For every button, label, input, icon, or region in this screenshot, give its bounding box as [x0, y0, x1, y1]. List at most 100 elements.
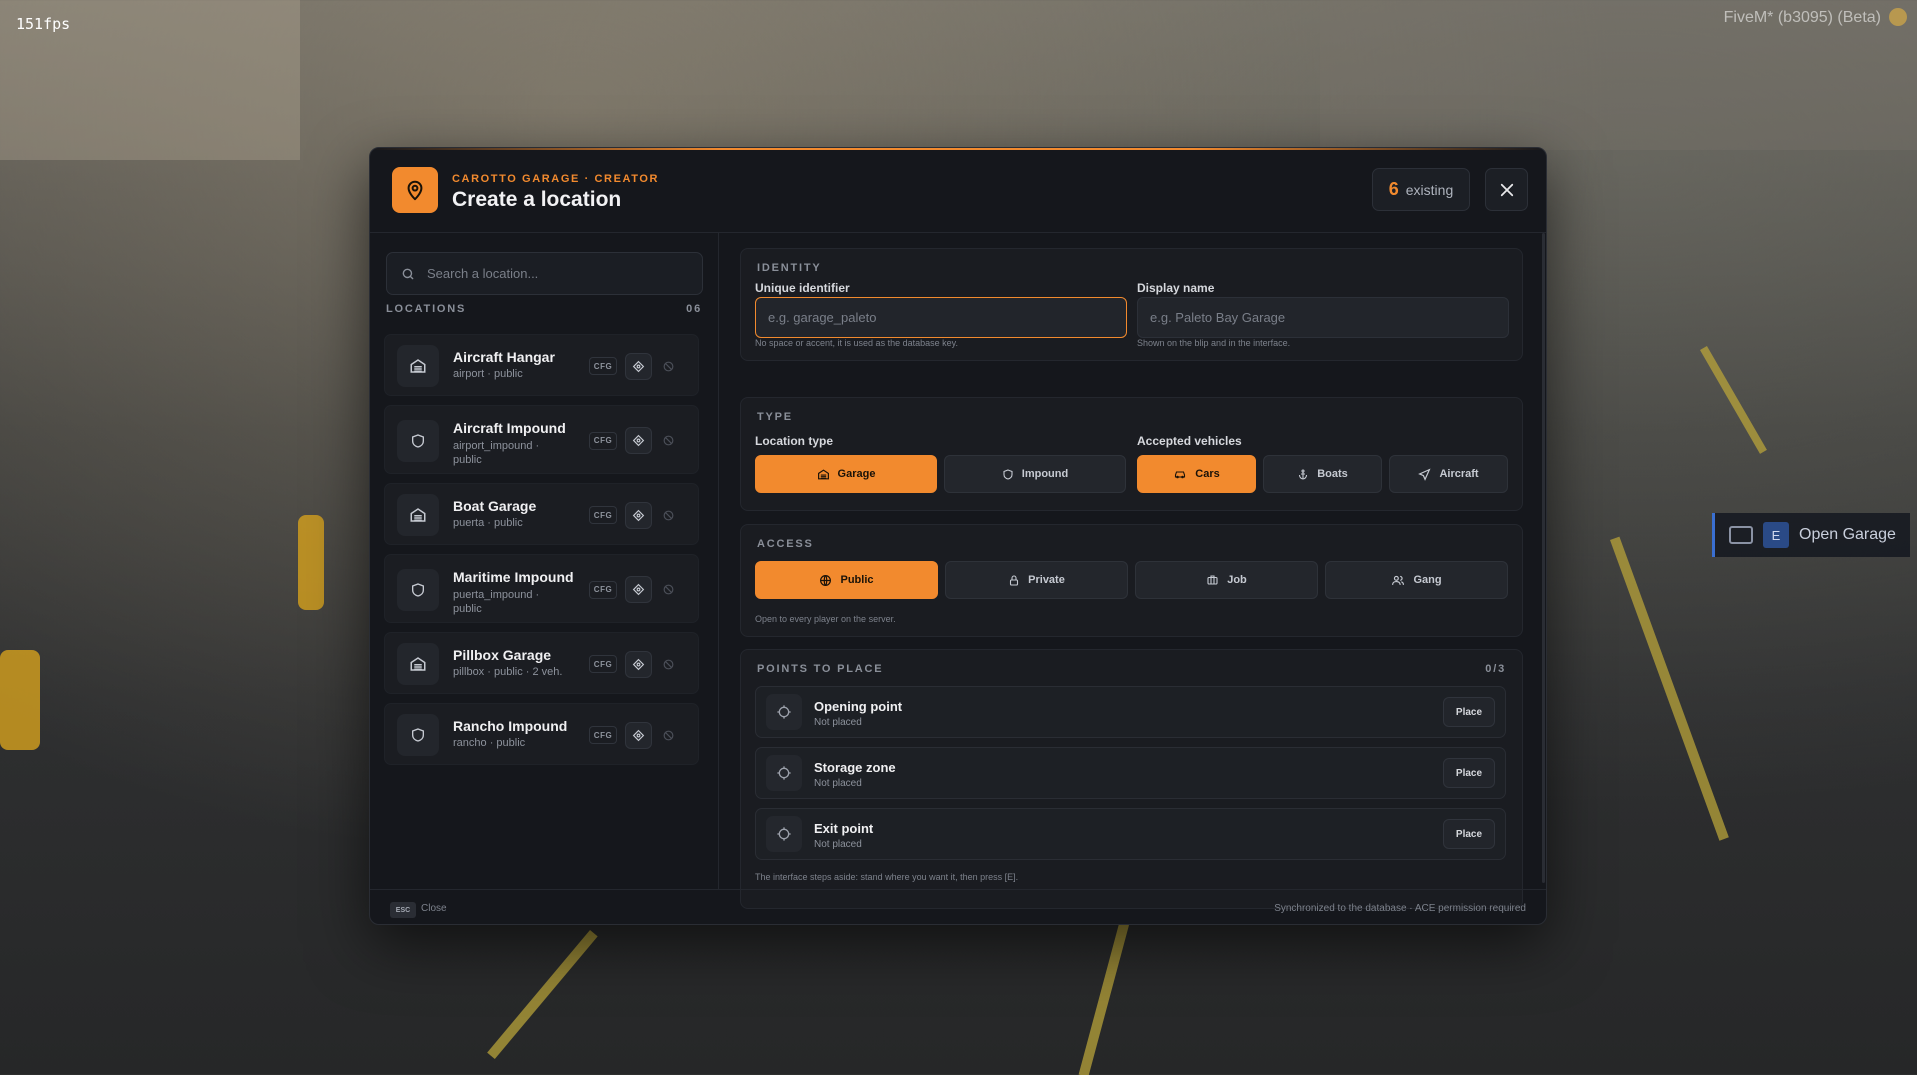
- access-private-option[interactable]: Private: [945, 561, 1128, 599]
- place-opening-button[interactable]: Place: [1443, 697, 1495, 727]
- type-card: TYPE Location type Accepted vehicles Gar…: [740, 397, 1523, 511]
- disable-button[interactable]: [655, 353, 682, 380]
- location-item[interactable]: Aircraft Hangar airport · public CFG: [384, 334, 699, 396]
- points-card: POINTS TO PLACE 0/3 Opening point Not pl…: [740, 649, 1523, 909]
- location-item[interactable]: Rancho Impound rancho · public CFG: [384, 703, 699, 765]
- prompt-key: E: [1763, 522, 1789, 548]
- search-box[interactable]: [386, 252, 703, 295]
- location-name: Aircraft Hangar: [453, 349, 555, 365]
- locate-icon: [632, 360, 645, 372]
- vehicle-cars-label: Cars: [1195, 468, 1220, 480]
- locate-icon: [632, 658, 645, 670]
- uid-input[interactable]: [755, 297, 1127, 338]
- vehicle-aircraft-option[interactable]: Aircraft: [1389, 455, 1508, 493]
- config-badge[interactable]: CFG: [589, 506, 617, 524]
- background-road-line: [1610, 536, 1729, 841]
- config-badge[interactable]: CFG: [589, 357, 617, 375]
- disable-button[interactable]: [655, 722, 682, 749]
- access-public-option[interactable]: Public: [755, 561, 938, 599]
- search-icon: [402, 268, 414, 279]
- location-list: Aircraft Hangar airport · public CFG Aircra…: [384, 334, 699, 774]
- creator-modal: CAROTTO GARAGE · CREATOR Create a locati…: [369, 147, 1547, 925]
- teleport-button[interactable]: [625, 501, 652, 529]
- background-bollard: [298, 515, 324, 610]
- place-storage-button[interactable]: Place: [1443, 758, 1495, 788]
- prompt-label: Open Garage: [1799, 526, 1896, 543]
- location-type-label: Location type: [755, 434, 834, 448]
- background-bollard: [0, 650, 40, 750]
- vehicle-cars-option[interactable]: Cars: [1137, 455, 1256, 493]
- access-private-label: Private: [1028, 574, 1065, 586]
- teleport-button[interactable]: [625, 650, 652, 678]
- location-name: Aircraft Impound: [453, 420, 566, 436]
- type-impound-option[interactable]: Impound: [944, 455, 1126, 493]
- points-title: POINTS TO PLACE: [757, 663, 884, 675]
- crosshair-icon: [766, 755, 802, 791]
- location-item[interactable]: Pillbox Garage pillbox · public · 2 veh. C…: [384, 632, 699, 694]
- location-meta: airport · public: [453, 368, 523, 380]
- shield-icon: [1003, 468, 1013, 480]
- background-road-line: [1078, 920, 1130, 1075]
- existing-count: 6: [1388, 179, 1399, 199]
- globe-icon: [820, 574, 832, 586]
- place-exit-button[interactable]: Place: [1443, 819, 1495, 849]
- point-name: Opening point: [814, 699, 903, 714]
- vehicle-boats-label: Boats: [1317, 468, 1348, 480]
- search-input[interactable]: [427, 266, 687, 281]
- teleport-button[interactable]: [625, 576, 652, 603]
- garage-icon: [1729, 526, 1753, 544]
- type-impound-label: Impound: [1021, 468, 1069, 480]
- location-name: Maritime Impound: [453, 569, 574, 585]
- teleport-button[interactable]: [625, 352, 652, 380]
- location-meta: puerta_impound · public: [453, 589, 540, 615]
- point-name: Storage zone: [814, 760, 896, 775]
- crosshair-icon: [766, 816, 802, 852]
- location-meta: pillbox · public · 2 veh.: [453, 666, 563, 678]
- locate-icon: [632, 583, 645, 596]
- teleport-button[interactable]: [625, 721, 652, 749]
- display-name-input[interactable]: [1137, 297, 1509, 338]
- location-item[interactable]: Aircraft Impound airport_impound · public…: [384, 405, 699, 474]
- ban-icon: [663, 435, 674, 446]
- garage-icon: [397, 494, 439, 536]
- existing-label: existing: [1405, 181, 1454, 198]
- points-hint: The interface steps aside: stand where y…: [755, 872, 1019, 882]
- config-badge[interactable]: CFG: [589, 580, 617, 599]
- disable-button[interactable]: [655, 427, 682, 454]
- disable-button[interactable]: [655, 576, 682, 603]
- modal-title: Create a location: [452, 188, 622, 211]
- uid-label: Unique identifier: [755, 281, 850, 295]
- point-status: Not placed: [814, 839, 862, 850]
- type-garage-option[interactable]: Garage: [755, 455, 937, 493]
- close-button[interactable]: [1485, 168, 1528, 211]
- config-badge[interactable]: CFG: [589, 655, 617, 673]
- config-badge[interactable]: CFG: [589, 726, 617, 744]
- identity-title: IDENTITY: [757, 262, 822, 274]
- vehicle-boats-option[interactable]: Boats: [1263, 455, 1382, 493]
- users-icon: [1392, 575, 1405, 585]
- access-job-option[interactable]: Job: [1135, 561, 1318, 599]
- disable-button[interactable]: [655, 651, 682, 678]
- garage-icon: [817, 468, 829, 479]
- access-gang-label: Gang: [1413, 574, 1442, 586]
- location-name: Pillbox Garage: [453, 647, 552, 663]
- uid-hint: No space or accent, it is used as the da…: [755, 338, 958, 348]
- open-garage-prompt: E Open Garage: [1712, 513, 1910, 557]
- garage-icon: [397, 643, 439, 685]
- close-icon: [1500, 183, 1513, 196]
- location-item[interactable]: Maritime Impound puerta_impound · public C…: [384, 554, 699, 623]
- location-meta: puerta · public: [453, 517, 523, 529]
- location-item[interactable]: Boat Garage puerta · public CFG: [384, 483, 699, 545]
- teleport-button[interactable]: [625, 427, 652, 454]
- shield-icon: [397, 714, 439, 756]
- identity-card: IDENTITY Unique identifier No space or a…: [740, 248, 1523, 361]
- esc-key[interactable]: ESC: [390, 902, 416, 918]
- locate-icon: [632, 434, 645, 447]
- access-gang-option[interactable]: Gang: [1325, 561, 1508, 599]
- disable-button[interactable]: [655, 502, 682, 529]
- config-badge[interactable]: CFG: [589, 431, 617, 450]
- scrollbar[interactable]: [1542, 233, 1545, 883]
- ban-icon: [663, 730, 674, 740]
- location-sidebar: LOCATIONS 06 Aircraft Hangar airport · pu…: [370, 233, 719, 889]
- background-road-line: [1700, 346, 1767, 454]
